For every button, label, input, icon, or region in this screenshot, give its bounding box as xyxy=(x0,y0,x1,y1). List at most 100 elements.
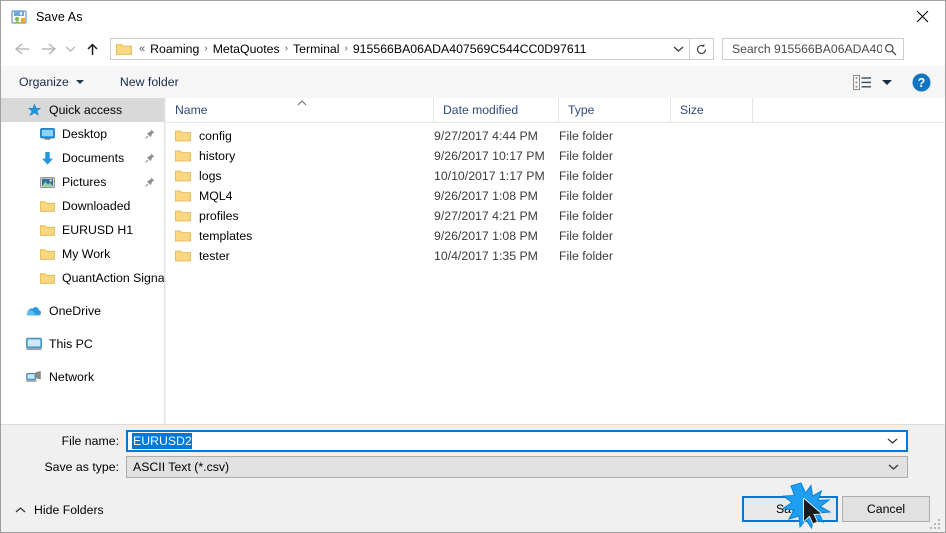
file-date: 9/27/2017 4:21 PM xyxy=(434,209,538,223)
navigation-bar: « Roaming › MetaQuotes › Terminal › 9155… xyxy=(1,32,945,66)
sidebar-item-label: Desktop xyxy=(62,127,108,141)
save-as-type-row: Save as type: ASCII Text (*.csv) xyxy=(1,456,908,478)
table-row[interactable]: tester 10/4/2017 1:35 PM File folder xyxy=(166,246,945,266)
folder-icon xyxy=(39,270,55,286)
column-header-size[interactable]: Size xyxy=(671,98,753,122)
search-box[interactable] xyxy=(722,38,904,60)
file-date: 9/26/2017 10:17 PM xyxy=(434,149,545,163)
up-arrow-icon[interactable] xyxy=(79,36,105,62)
sidebar-item-quick-access[interactable]: Quick access xyxy=(1,98,164,122)
table-row[interactable]: config 9/27/2017 4:44 PM File folder xyxy=(166,126,945,146)
svg-text:?: ? xyxy=(918,76,926,90)
table-row[interactable]: templates 9/26/2017 1:08 PM File folder xyxy=(166,226,945,246)
folder-icon xyxy=(175,209,191,223)
file-rows: config 9/27/2017 4:44 PM File folder his… xyxy=(166,126,945,266)
folder-icon xyxy=(39,246,55,262)
hide-folders-toggle[interactable]: Hide Folders xyxy=(15,503,104,517)
chevron-down-icon[interactable] xyxy=(887,437,898,445)
file-date: 9/26/2017 1:08 PM xyxy=(434,189,538,203)
address-bar[interactable]: « Roaming › MetaQuotes › Terminal › 9155… xyxy=(110,38,690,60)
file-list-pane[interactable]: Name Date modified Type Size config 9/27… xyxy=(166,98,945,424)
view-options-icon[interactable] xyxy=(853,74,872,90)
chevron-down-icon[interactable] xyxy=(888,463,899,471)
new-folder-button[interactable]: New folder xyxy=(111,70,188,94)
breadcrumb-item-metaquotes[interactable]: MetaQuotes xyxy=(210,42,283,56)
sidebar-item-quantaction-signal[interactable]: QuantAction Signal xyxy=(1,266,164,290)
sidebar-item-documents[interactable]: Documents xyxy=(1,146,164,170)
file-name-cell: MQL4 xyxy=(166,189,434,203)
chevron-up-icon xyxy=(15,506,26,514)
cancel-button[interactable]: Cancel xyxy=(842,496,930,522)
file-type: File folder xyxy=(559,209,613,223)
save-as-type-select[interactable]: ASCII Text (*.csv) xyxy=(126,456,908,478)
sidebar-item-network[interactable]: Network xyxy=(1,365,164,389)
navigation-pane[interactable]: Quick access Desktop Documents Pictures … xyxy=(1,98,165,424)
file-name: config xyxy=(199,129,232,143)
pin-icon[interactable] xyxy=(145,177,155,187)
file-name-value[interactable]: EURUSD2 xyxy=(132,433,192,449)
forward-arrow-icon[interactable] xyxy=(35,36,61,62)
file-date: 9/26/2017 1:08 PM xyxy=(434,229,538,243)
breadcrumb-separator[interactable]: › xyxy=(283,44,290,54)
breadcrumb-item-terminal[interactable]: Terminal xyxy=(290,42,342,56)
folder-icon xyxy=(175,169,191,183)
breadcrumb-separator[interactable]: › xyxy=(343,44,350,54)
sidebar-item-my-work[interactable]: My Work xyxy=(1,242,164,266)
pin-icon[interactable] xyxy=(145,153,155,163)
chevron-down-icon[interactable] xyxy=(882,79,892,85)
sidebar-item-downloaded[interactable]: Downloaded xyxy=(1,194,164,218)
column-header-type[interactable]: Type xyxy=(559,98,671,122)
sidebar-item-desktop[interactable]: Desktop xyxy=(1,122,164,146)
title-bar: Save As xyxy=(1,1,945,32)
sidebar-item-onedrive[interactable]: OneDrive xyxy=(1,299,164,323)
column-header-row: Name Date modified Type Size xyxy=(166,98,945,123)
new-folder-label: New folder xyxy=(119,75,179,89)
breadcrumb-separator[interactable]: › xyxy=(202,44,209,54)
sidebar-item-pictures[interactable]: Pictures xyxy=(1,170,164,194)
desktop-icon xyxy=(39,126,55,142)
table-row[interactable]: MQL4 9/26/2017 1:08 PM File folder xyxy=(166,186,945,206)
hide-folders-label: Hide Folders xyxy=(34,503,104,517)
file-date: 9/27/2017 4:44 PM xyxy=(434,129,538,143)
refresh-icon[interactable] xyxy=(690,38,714,60)
file-name-cell: tester xyxy=(166,249,434,263)
search-input[interactable] xyxy=(730,41,884,57)
save-as-type-label: Save as type: xyxy=(44,460,119,474)
sidebar-item-eurusd-h1[interactable]: EURUSD H1 xyxy=(1,218,164,242)
organize-button[interactable]: Organize xyxy=(10,70,93,94)
command-bar-right: ? xyxy=(853,73,931,92)
help-icon[interactable]: ? xyxy=(912,73,931,92)
this-pc-icon xyxy=(26,336,42,352)
column-header-size-label: Size xyxy=(680,103,704,117)
chevron-down-icon[interactable] xyxy=(667,39,689,59)
breadcrumb-item-roaming[interactable]: Roaming xyxy=(147,42,202,56)
search-icon xyxy=(884,43,897,56)
table-row[interactable]: logs 10/10/2017 1:17 PM File folder xyxy=(166,166,945,186)
table-row[interactable]: history 9/26/2017 10:17 PM File folder xyxy=(166,146,945,166)
pictures-icon xyxy=(39,174,55,190)
breadcrumb-item-terminal-id[interactable]: 915566BA06ADA407569C544CC0D97611 xyxy=(350,42,590,56)
folder-icon xyxy=(116,42,132,56)
breadcrumb-root-chevrons[interactable]: « xyxy=(137,43,147,55)
sidebar-item-this-pc[interactable]: This PC xyxy=(1,332,164,356)
file-name-row: File name: EURUSD2 xyxy=(1,430,908,452)
save-button-label: Save xyxy=(775,502,805,516)
file-date: 10/10/2017 1:17 PM xyxy=(434,169,545,183)
resize-grip[interactable] xyxy=(929,518,941,530)
column-header-date-modified[interactable]: Date modified xyxy=(434,98,559,122)
pin-icon[interactable] xyxy=(145,129,155,139)
table-row[interactable]: profiles 9/27/2017 4:21 PM File folder xyxy=(166,206,945,226)
save-button[interactable]: Save xyxy=(742,496,838,522)
file-name-input[interactable]: EURUSD2 xyxy=(126,430,908,452)
sidebar-item-label: Documents xyxy=(62,151,125,165)
sidebar-item-label: Network xyxy=(49,370,95,384)
back-arrow-icon[interactable] xyxy=(9,36,35,62)
recent-locations-chevron-icon[interactable] xyxy=(61,36,79,62)
column-header-name[interactable]: Name xyxy=(166,98,434,122)
save-as-type-value: ASCII Text (*.csv) xyxy=(133,460,230,474)
close-button[interactable] xyxy=(899,1,945,31)
file-name: MQL4 xyxy=(199,189,233,203)
sidebar-item-label: Downloaded xyxy=(62,199,131,213)
